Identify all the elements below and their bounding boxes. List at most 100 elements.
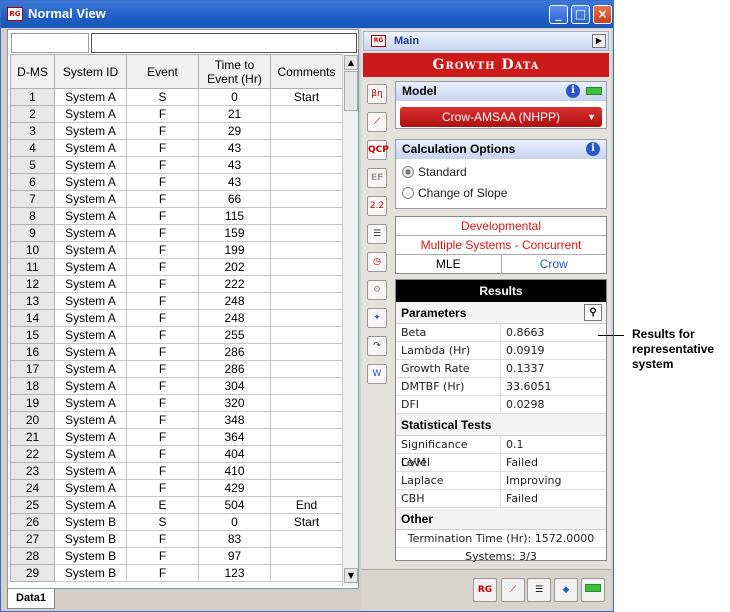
table-cell[interactable]: S	[126, 88, 199, 106]
table-cell[interactable]: F	[126, 224, 199, 242]
table-cell[interactable]: System B	[54, 547, 127, 565]
table-cell[interactable]: 320	[198, 394, 271, 412]
maximize-button[interactable]: □	[571, 5, 590, 24]
table-row[interactable]: 16 System A F 286	[10, 343, 343, 361]
table-cell[interactable]: F	[126, 343, 199, 361]
table-cell[interactable]: F	[126, 428, 199, 446]
table-row[interactable]: 18 System A F 304	[10, 377, 343, 395]
redo-icon[interactable]: ↷	[367, 336, 387, 356]
table-cell[interactable]: System A	[54, 309, 127, 327]
table-cell[interactable]: 255	[198, 326, 271, 344]
table-cell[interactable]: F	[126, 377, 199, 395]
vertical-scrollbar[interactable]: ▲ ▼	[342, 54, 358, 586]
table-cell[interactable]: 199	[198, 241, 271, 259]
main-header[interactable]: RG Main ▶	[363, 31, 609, 51]
table-cell[interactable]: System A	[54, 394, 127, 412]
info-icon[interactable]: i	[566, 84, 580, 98]
table-row[interactable]: 29 System B F 123	[10, 564, 343, 582]
table-cell[interactable]	[270, 156, 343, 174]
row-header[interactable]: 17	[10, 360, 55, 378]
table-cell[interactable]: 21	[198, 105, 271, 123]
table-cell[interactable]	[270, 530, 343, 548]
table-cell[interactable]	[270, 462, 343, 480]
weibull-icon[interactable]: W	[367, 364, 387, 384]
table-cell[interactable]: F	[126, 411, 199, 429]
table-cell[interactable]: 504	[198, 496, 271, 514]
row-header[interactable]: 26	[10, 513, 55, 531]
table-row[interactable]: 19 System A F 320	[10, 394, 343, 412]
table-cell[interactable]: F	[126, 564, 199, 582]
column-header[interactable]: D-MS	[10, 54, 55, 89]
row-header[interactable]: 8	[10, 207, 55, 225]
table-cell[interactable]: F	[126, 292, 199, 310]
parameter-icon[interactable]: βη	[367, 84, 387, 104]
table-cell[interactable]	[270, 258, 343, 276]
table-cell[interactable]: 159	[198, 224, 271, 242]
table-cell[interactable]: Start	[270, 88, 343, 106]
row-header[interactable]: 19	[10, 394, 55, 412]
table-row[interactable]: 8 System A F 115	[10, 207, 343, 225]
table-cell[interactable]	[270, 445, 343, 463]
precision-icon[interactable]: 2.2	[367, 196, 387, 216]
table-cell[interactable]: System A	[54, 479, 127, 497]
table-cell[interactable]: System A	[54, 122, 127, 140]
sheet-tab-data1[interactable]: Data1	[7, 589, 55, 609]
table-cell[interactable]: System A	[54, 241, 127, 259]
table-cell[interactable]: 286	[198, 343, 271, 361]
search-icon[interactable]: ⚲	[584, 304, 602, 321]
table-row[interactable]: 5 System A F 43	[10, 156, 343, 174]
row-header[interactable]: 9	[10, 224, 55, 242]
gauge-icon[interactable]: ◷	[367, 252, 387, 272]
row-header[interactable]: 11	[10, 258, 55, 276]
row-header[interactable]: 13	[10, 292, 55, 310]
table-cell[interactable]: System B	[54, 564, 127, 582]
table-cell[interactable]	[270, 207, 343, 225]
close-button[interactable]: ×	[593, 5, 612, 24]
table-cell[interactable]: F	[126, 479, 199, 497]
row-header[interactable]: 12	[10, 275, 55, 293]
table-cell[interactable]: 348	[198, 411, 271, 429]
info-icon[interactable]: i	[586, 142, 600, 156]
table-cell[interactable]: System A	[54, 360, 127, 378]
table-cell[interactable]: 66	[198, 190, 271, 208]
minimize-button[interactable]: _	[549, 5, 568, 24]
table-cell[interactable]: 286	[198, 360, 271, 378]
table-cell[interactable]: F	[126, 462, 199, 480]
table-cell[interactable]	[270, 360, 343, 378]
row-header[interactable]: 10	[10, 241, 55, 259]
row-header[interactable]: 15	[10, 326, 55, 344]
table-cell[interactable]	[270, 326, 343, 344]
table-row[interactable]: 17 System A F 286	[10, 360, 343, 378]
row-header[interactable]: 5	[10, 156, 55, 174]
table-cell[interactable]: 115	[198, 207, 271, 225]
row-header[interactable]: 20	[10, 411, 55, 429]
radio-change-of-slope[interactable]: Change of Slope	[396, 183, 606, 204]
table-cell[interactable]: 97	[198, 547, 271, 565]
row-header[interactable]: 1	[10, 88, 55, 106]
table-cell[interactable]: F	[126, 105, 199, 123]
table-cell[interactable]: System A	[54, 207, 127, 225]
table-cell[interactable]: System A	[54, 343, 127, 361]
table-cell[interactable]: F	[126, 156, 199, 174]
table-cell[interactable]: Start	[270, 513, 343, 531]
table-row[interactable]: 22 System A F 404	[10, 445, 343, 463]
table-cell[interactable]	[270, 343, 343, 361]
table-cell[interactable]: System A	[54, 428, 127, 446]
radio-standard[interactable]: Standard	[396, 162, 606, 183]
table-cell[interactable]: F	[126, 547, 199, 565]
table-cell[interactable]: 248	[198, 309, 271, 327]
title-bar[interactable]: RG Normal View _ □ ×	[1, 1, 613, 28]
table-cell[interactable]: System A	[54, 139, 127, 157]
cell-edit-box[interactable]	[91, 33, 357, 53]
table-cell[interactable]: F	[126, 445, 199, 463]
table-cell[interactable]: System A	[54, 496, 127, 514]
table-cell[interactable]: F	[126, 173, 199, 191]
table-cell[interactable]	[270, 122, 343, 140]
row-header[interactable]: 28	[10, 547, 55, 565]
table-cell[interactable]: System A	[54, 105, 127, 123]
table-row[interactable]: 14 System A F 248	[10, 309, 343, 327]
table-cell[interactable]: F	[126, 139, 199, 157]
table-row[interactable]: 3 System A F 29	[10, 122, 343, 140]
table-cell[interactable]: F	[126, 122, 199, 140]
scroll-up-icon[interactable]: ▲	[344, 55, 358, 70]
